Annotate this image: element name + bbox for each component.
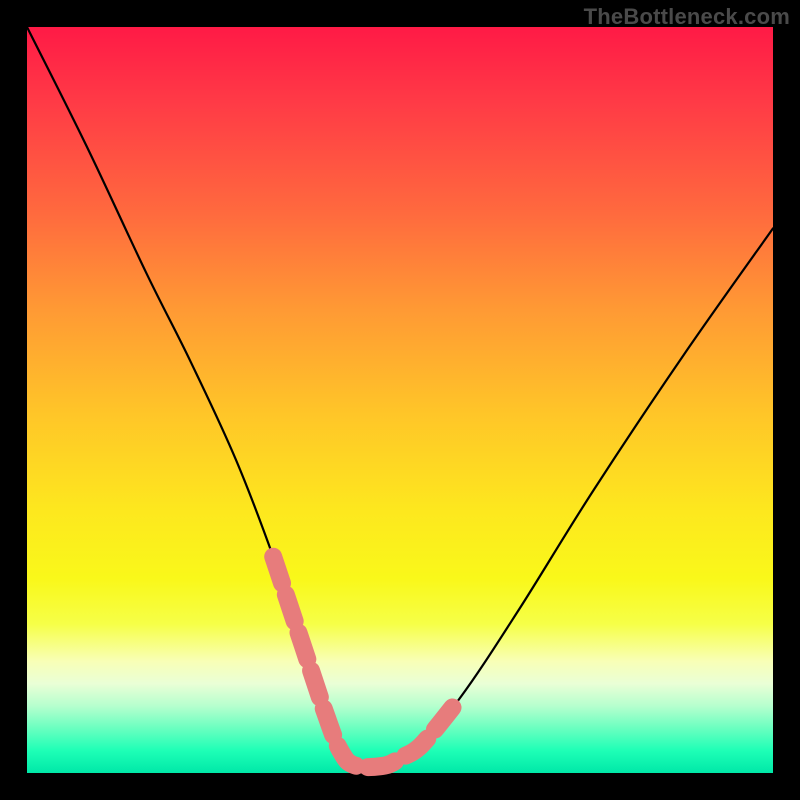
watermark-text: TheBottleneck.com: [584, 4, 790, 30]
plot-area: [27, 27, 773, 773]
gradient-background: [27, 27, 773, 773]
